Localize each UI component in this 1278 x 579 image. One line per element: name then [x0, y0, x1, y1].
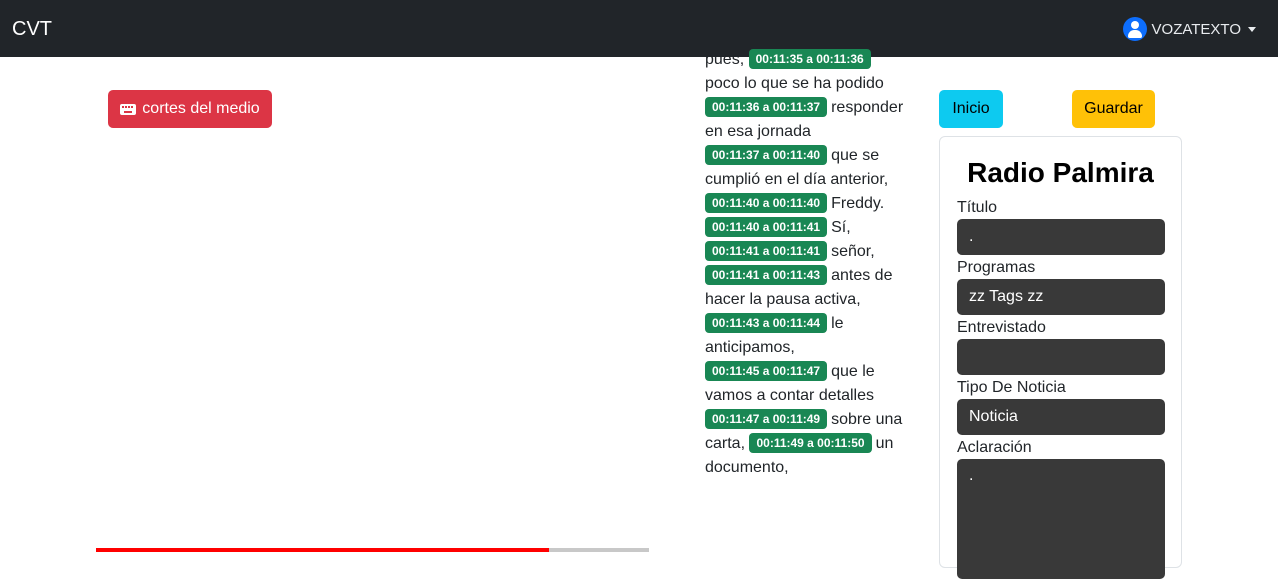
brand-logo[interactable]: CVT: [12, 18, 52, 41]
titulo-field[interactable]: .: [957, 219, 1165, 255]
timestamp-badge[interactable]: 00:11:37 a 00:11:40: [705, 145, 828, 165]
timestamp-badge[interactable]: 00:11:40 a 00:11:41: [705, 217, 828, 237]
timestamp-badge[interactable]: 00:11:35 a 00:11:36: [748, 49, 871, 69]
user-avatar-icon: [1122, 17, 1147, 41]
media-progress-bar[interactable]: [96, 548, 649, 552]
top-navbar: CVT VOZATEXTO: [0, 0, 1278, 57]
timestamp-badge[interactable]: 00:11:43 a 00:11:44: [705, 313, 828, 333]
aclaracion-label: Aclaración: [957, 439, 1032, 456]
tipo-noticia-field[interactable]: Noticia: [957, 399, 1165, 435]
caret-down-icon: [1248, 26, 1256, 32]
transcript-text: Sí,: [831, 219, 851, 236]
programas-label: Programas: [957, 259, 1036, 276]
tipo-noticia-label: Tipo De Noticia: [957, 379, 1066, 396]
timestamp-badge[interactable]: 00:11:41 a 00:11:41: [705, 241, 828, 261]
transcript-segment: 00:11:43 a 00:11:44 le anticipamos,: [705, 313, 844, 356]
transcript-segment: 00:11:37 a 00:11:40 que se cumplió en el …: [705, 145, 888, 188]
transcript-segment: 00:11:45 a 00:11:47 que le vamos a contar…: [705, 361, 875, 404]
cortes-label: cortes del medio: [142, 100, 260, 117]
user-name: VOZATEXTO: [1151, 20, 1241, 38]
transcript-segment: pues,: [705, 51, 749, 68]
user-menu[interactable]: VOZATEXTO: [1122, 17, 1256, 41]
transcript-text: señor,: [831, 243, 875, 260]
timestamp-badge[interactable]: 00:11:45 a 00:11:47: [705, 361, 828, 381]
programas-field[interactable]: zz Tags zz: [957, 279, 1165, 315]
transcript-text: pues,: [705, 51, 745, 68]
titulo-label: Título: [957, 199, 998, 216]
transcript-segment: 00:11:40 a 00:11:41 Sí,: [705, 217, 851, 237]
keyboard-icon: [120, 103, 137, 115]
media-progress-fill: [96, 548, 550, 552]
cortes-del-medio-button[interactable]: cortes del medio: [108, 90, 272, 128]
station-title: Radio Palmira: [967, 157, 1154, 188]
timestamp-badge[interactable]: 00:11:41 a 00:11:43: [705, 265, 828, 285]
transcript-text: Freddy.: [831, 195, 885, 212]
timestamp-badge[interactable]: 00:11:49 a 00:11:50: [749, 433, 872, 453]
transcript-segment: 00:11:36 a 00:11:37 responder en esa jorn…: [705, 97, 903, 140]
transcript-panel: pues, 00:11:35 a 00:11:36 poco lo que se …: [705, 48, 905, 539]
transcript-segment: 00:11:41 a 00:11:41 señor,: [705, 241, 875, 261]
transcript-segment: 00:11:40 a 00:11:40 Freddy.: [705, 193, 885, 213]
guardar-button[interactable]: Guardar: [1072, 90, 1155, 128]
timestamp-badge[interactable]: 00:11:40 a 00:11:40: [705, 193, 828, 213]
news-form-card: Radio Palmira Título . Programas zz Tags…: [939, 136, 1182, 579]
transcript-text: poco lo que se ha podido: [705, 75, 884, 92]
timestamp-badge[interactable]: 00:11:36 a 00:11:37: [705, 97, 828, 117]
timestamp-badge[interactable]: 00:11:47 a 00:11:49: [705, 409, 828, 429]
entrevistado-label: Entrevistado: [957, 319, 1046, 336]
aclaracion-textarea[interactable]: .: [957, 459, 1165, 579]
inicio-button[interactable]: Inicio: [939, 90, 1003, 128]
transcript-segment: 00:11:41 a 00:11:43 antes de hacer la pau…: [705, 265, 892, 308]
entrevistado-field[interactable]: [957, 339, 1165, 375]
